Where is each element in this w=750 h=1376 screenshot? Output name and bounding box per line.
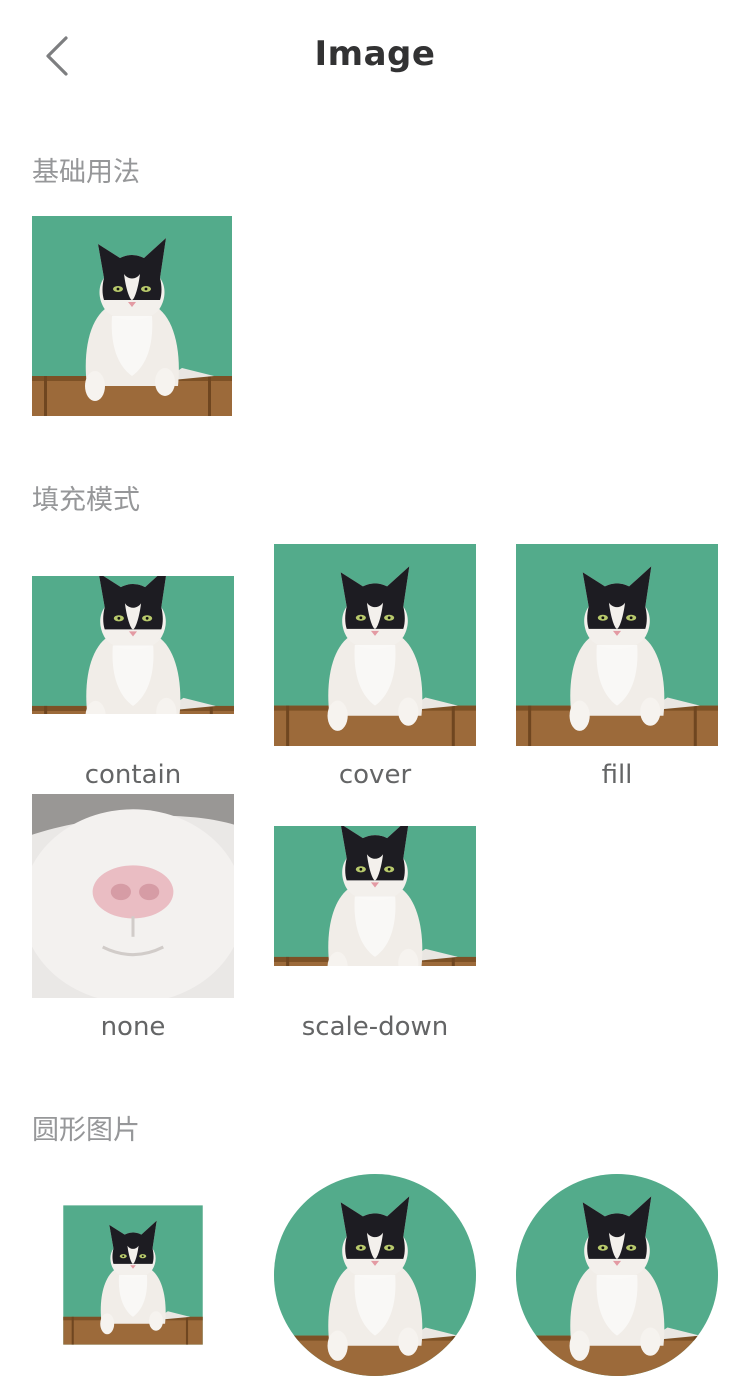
cat-photo-icon: [516, 544, 718, 746]
cat-image-none[interactable]: [32, 794, 234, 998]
cat-photo-icon: [32, 576, 234, 714]
section-title-round: 圆形图片: [32, 1115, 140, 1146]
section-title-fit: 填充模式: [32, 485, 140, 516]
caption-scale-down: scale-down: [301, 1012, 449, 1042]
cat-photo-icon: [32, 1174, 234, 1376]
nav-bar: Image: [0, 0, 750, 116]
round-image-contain[interactable]: [32, 1174, 234, 1376]
cat-nose-photo-icon: [32, 794, 234, 998]
section-title-basic: 基础用法: [32, 157, 140, 188]
cat-image-fill[interactable]: [516, 544, 718, 746]
cat-image-basic[interactable]: [32, 216, 232, 416]
cat-photo-icon: [274, 1174, 476, 1376]
cat-photo-icon: [32, 216, 232, 416]
page-title: Image: [314, 34, 436, 74]
cat-photo-icon: [274, 826, 476, 966]
round-image-cover[interactable]: [274, 1174, 476, 1376]
cat-image-scale-down[interactable]: [274, 826, 476, 966]
caption-none: none: [100, 1012, 166, 1042]
caption-cover: cover: [338, 760, 412, 790]
caption-fill: fill: [601, 760, 633, 790]
cat-photo-icon: [516, 1174, 718, 1376]
round-image-fill[interactable]: [516, 1174, 718, 1376]
cat-image-contain[interactable]: [32, 576, 234, 714]
cat-photo-icon: [274, 544, 476, 746]
cat-image-cover[interactable]: [274, 544, 476, 746]
caption-contain: contain: [84, 760, 182, 790]
